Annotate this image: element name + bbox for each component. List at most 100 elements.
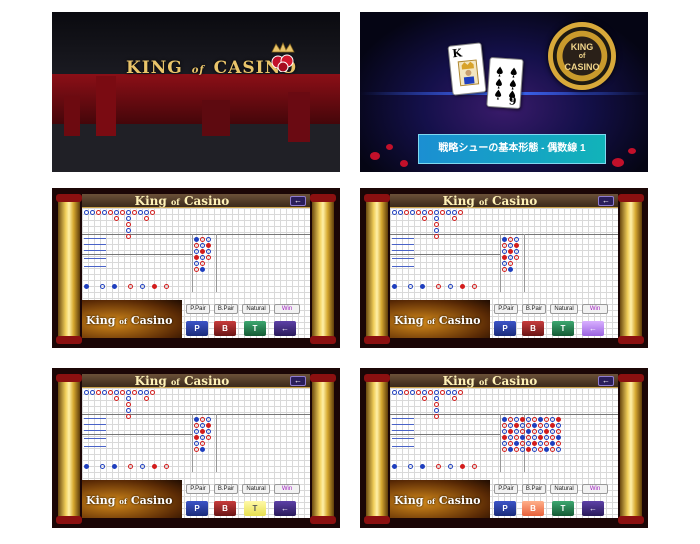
win-button[interactable]: Win (274, 484, 300, 494)
game-header: King of Casino ← (82, 194, 310, 208)
grid-divider (82, 414, 310, 415)
road-bead (144, 216, 149, 221)
bead-plate-bead (526, 417, 531, 422)
banker-button[interactable]: B (214, 501, 236, 516)
b-pair-button[interactable]: B.Pair (214, 304, 238, 314)
road-bead (126, 390, 131, 395)
tie-button[interactable]: T (552, 501, 574, 516)
b-pair-button[interactable]: B.Pair (522, 484, 546, 494)
b-pair-button[interactable]: B.Pair (214, 484, 238, 494)
mini-road-line (392, 266, 414, 267)
bead-plate-bead (200, 255, 205, 260)
promo-casino: Casino (438, 494, 481, 507)
bead-plate-bead (544, 417, 549, 422)
win-button[interactable]: Win (582, 304, 608, 314)
bead-plate-bead (502, 261, 507, 266)
road-bead (392, 390, 397, 395)
b-pair-button[interactable]: B.Pair (522, 304, 546, 314)
road-bead (84, 390, 89, 395)
road-bead (458, 390, 463, 395)
bead-plate-bead (526, 423, 531, 428)
natural-button[interactable]: Natural (242, 484, 270, 494)
bead-plate-bead (502, 429, 507, 434)
game-title: King of Casino (390, 194, 590, 209)
natural-button[interactable]: Natural (550, 304, 578, 314)
player-button[interactable]: P (494, 321, 516, 336)
legend-symbol (472, 464, 477, 469)
tie-button[interactable]: T (552, 321, 574, 336)
promo-of: of (427, 317, 435, 326)
bead-plate-bead (200, 435, 205, 440)
road-bead (458, 210, 463, 215)
chip-of: of (578, 53, 586, 60)
promo-casino: Casino (438, 314, 481, 327)
bead-plate-bead (508, 249, 513, 254)
road-bead (410, 390, 415, 395)
natural-button[interactable]: Natural (550, 484, 578, 494)
bead-plate-bead (206, 249, 211, 254)
bead-plate-bead (514, 417, 519, 422)
scroll-cap (364, 516, 390, 524)
undo-button[interactable]: ← (274, 501, 296, 516)
bead-plate-bead (508, 237, 513, 242)
scroll-cap (310, 336, 336, 344)
legend-symbol (460, 284, 465, 289)
bead-plate-bead (508, 255, 513, 260)
player-button[interactable]: P (494, 501, 516, 516)
road-bead (452, 210, 457, 215)
player-button[interactable]: P (186, 321, 208, 336)
header-back-button[interactable]: ← (598, 376, 614, 386)
bead-plate-bead (514, 429, 519, 434)
undo-button[interactable]: ← (274, 321, 296, 336)
undo-button[interactable]: ← (582, 501, 604, 516)
win-button[interactable]: Win (274, 304, 300, 314)
road-bead (138, 210, 143, 215)
road-bead (434, 234, 439, 239)
bead-plate-bead (526, 435, 531, 440)
banker-button[interactable]: B (214, 321, 236, 336)
road-bead (446, 210, 451, 215)
game-header: King of Casino ← (390, 374, 618, 388)
promo-of: of (119, 497, 127, 506)
rose-petal (628, 148, 636, 154)
header-back-button[interactable]: ← (290, 196, 306, 206)
header-back-button[interactable]: ← (290, 376, 306, 386)
bead-plate-bead (502, 255, 507, 260)
promo-casino: Casino (130, 314, 173, 327)
legend-symbol (140, 284, 145, 289)
player-button[interactable]: P (186, 501, 208, 516)
bead-plate-bead (526, 447, 531, 452)
p-pair-button[interactable]: P.Pair (186, 304, 210, 314)
legend-symbol (84, 464, 89, 469)
natural-button[interactable]: Natural (242, 304, 270, 314)
banker-button[interactable]: B (522, 501, 544, 516)
grid-divider (82, 234, 310, 235)
game-screen: King of Casino ← King of Casino P.Pair B… (360, 368, 648, 528)
legend-symbol (164, 284, 169, 289)
road-bead (434, 216, 439, 221)
title-casino: Casino (491, 194, 538, 208)
road-bead (90, 390, 95, 395)
legend-symbol (448, 464, 453, 469)
bead-plate-bead (544, 435, 549, 440)
header-back-button[interactable]: ← (598, 196, 614, 206)
p-pair-button[interactable]: P.Pair (186, 484, 210, 494)
p-pair-button[interactable]: P.Pair (494, 304, 518, 314)
road-bead (126, 408, 131, 413)
p-pair-button[interactable]: P.Pair (494, 484, 518, 494)
tie-button[interactable]: T (244, 321, 266, 336)
road-bead (434, 402, 439, 407)
win-button[interactable]: Win (582, 484, 608, 494)
bead-plate-bead (200, 261, 205, 266)
tie-button[interactable]: T (244, 501, 266, 516)
bead-plate-bead (532, 435, 537, 440)
road-bead (422, 210, 427, 215)
bead-plate-bead (194, 435, 199, 440)
road-bead (126, 414, 131, 419)
chip-king: KING (570, 42, 594, 52)
golden-pillar-right (312, 380, 334, 522)
undo-button[interactable]: ← (582, 321, 604, 336)
bead-plate-bead (514, 441, 519, 446)
banker-button[interactable]: B (522, 321, 544, 336)
card-rank: K (451, 46, 463, 61)
